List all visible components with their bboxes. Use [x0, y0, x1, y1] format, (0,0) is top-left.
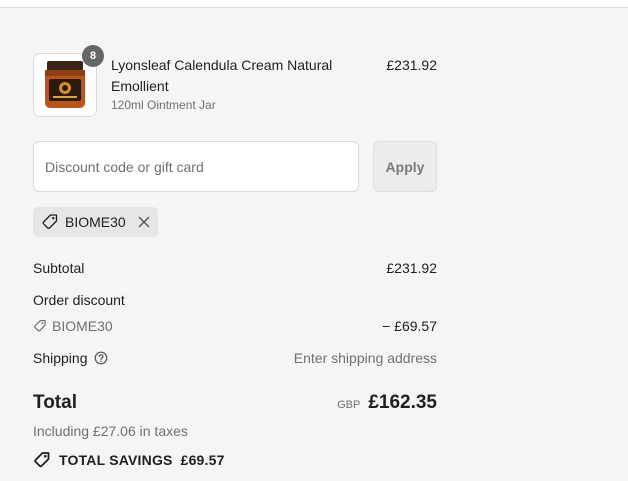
order-discount-label: Order discount	[33, 292, 125, 308]
taxes-text: Including £27.06 in taxes	[33, 423, 188, 439]
close-icon	[138, 216, 150, 228]
product-title: Lyonsleaf Calendula Cream Natural Emolli…	[111, 57, 333, 94]
tag-icon	[42, 214, 58, 229]
subtotal-label: Subtotal	[33, 260, 85, 276]
total-savings: TOTAL SAVINGS £69.57	[33, 451, 225, 469]
subtotal-value: £231.92	[386, 260, 437, 276]
savings-value: £69.57	[180, 452, 225, 468]
tag-icon	[34, 452, 50, 468]
total-row: Total GBP £162.35	[33, 392, 437, 418]
tag-icon	[34, 319, 46, 332]
shipping-label: Shipping	[33, 350, 88, 366]
apply-discount-button[interactable]: Apply	[373, 141, 437, 192]
discount-value: − £69.57	[382, 318, 437, 334]
shipping-label-group: Shipping	[33, 350, 108, 366]
ointment-jar-icon	[45, 61, 85, 108]
total-value: £162.35	[368, 392, 437, 413]
total-label: Total	[33, 392, 77, 413]
discount-code-text: BIOME30	[52, 318, 113, 334]
discount-code-detail: BIOME30	[33, 318, 113, 334]
applied-code-label: BIOME30	[65, 214, 126, 230]
savings-label: TOTAL SAVINGS	[59, 452, 173, 468]
help-icon[interactable]	[94, 351, 108, 365]
currency-code: GBP	[337, 399, 361, 411]
product-variant: 120ml Ointment Jar	[111, 98, 216, 112]
remove-discount-button[interactable]	[138, 216, 150, 228]
product-price: £231.92	[386, 57, 437, 73]
quantity-badge: 8	[82, 45, 104, 67]
applied-discount-chip: BIOME30	[33, 207, 158, 237]
line-item: 8 Lyonsleaf Calendula Cream Natural Emol…	[33, 45, 437, 117]
shipping-value: Enter shipping address	[293, 350, 437, 366]
total-amount-group: GBP £162.35	[337, 392, 437, 414]
top-bar	[0, 0, 628, 8]
discount-code-input[interactable]	[33, 141, 359, 192]
